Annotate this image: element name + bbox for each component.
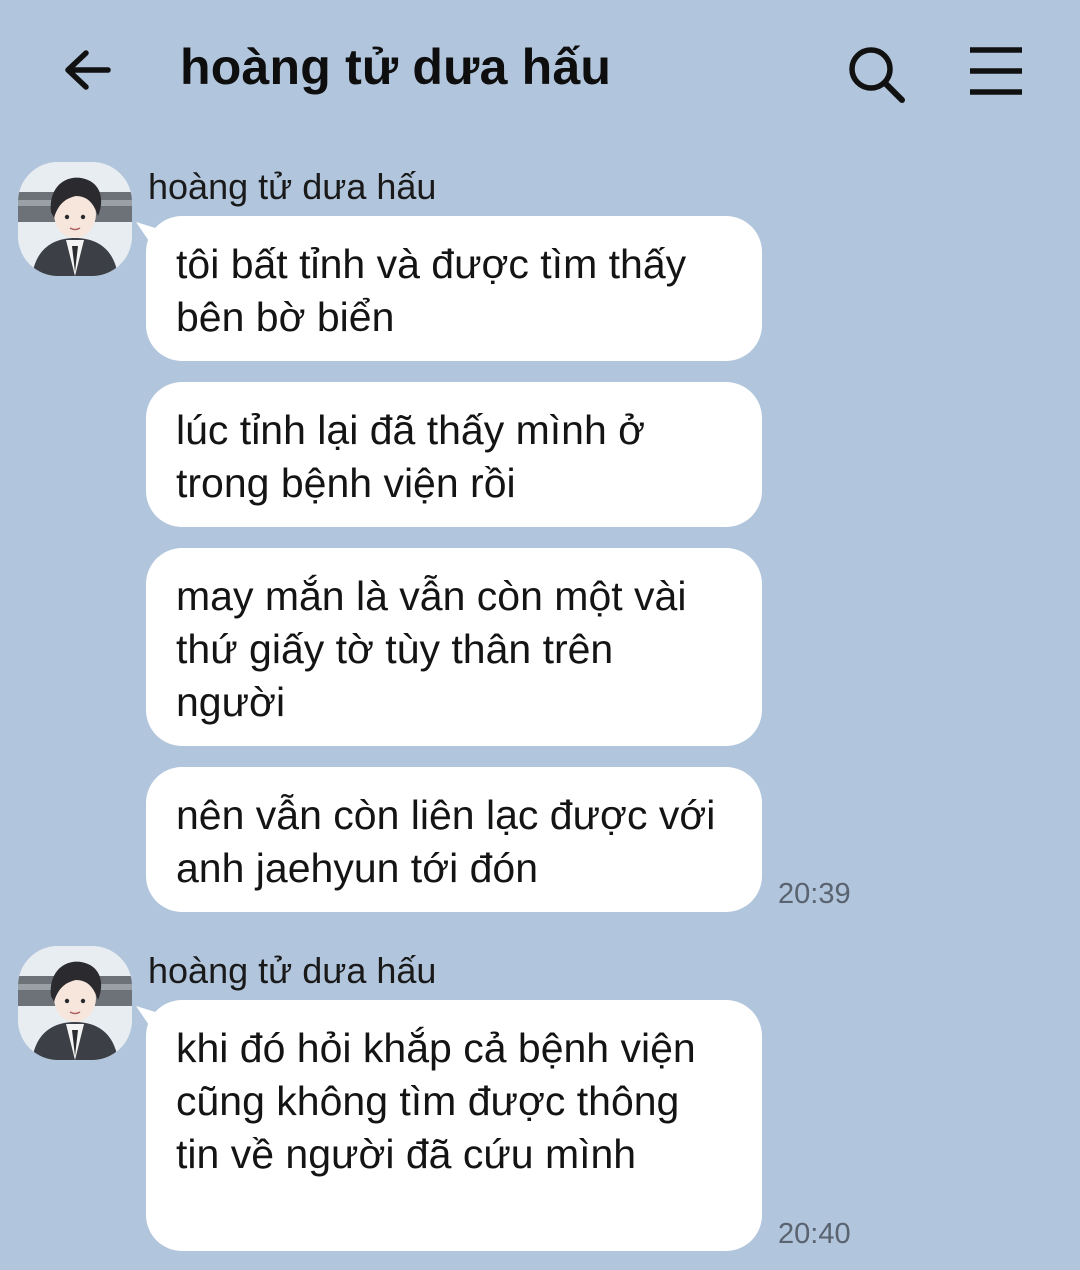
- profile-picture: [18, 946, 132, 1060]
- message-bubble[interactable]: lúc tỉnh lại đã thấy mình ở trong bệnh v…: [146, 382, 762, 527]
- back-button[interactable]: [56, 40, 120, 104]
- avatar[interactable]: [18, 162, 132, 276]
- message-text: may mắn là vẫn còn một vài thứ giấy tờ t…: [176, 573, 687, 725]
- message-text: tôi bất tỉnh và được tìm thấy bên bờ biể…: [176, 241, 687, 340]
- message-bubble[interactable]: khi đó hỏi khắp cả bệnh viện cũng không …: [146, 1000, 762, 1251]
- message-bubble[interactable]: tôi bất tỉnh và được tìm thấy bên bờ biể…: [146, 216, 762, 361]
- hamburger-menu-icon: [970, 47, 1022, 95]
- message-timestamp: 20:39: [778, 878, 851, 910]
- message-timestamp: 20:40: [778, 1218, 851, 1250]
- message-bubble[interactable]: nên vẫn còn liên lạc được với anh jaehyu…: [146, 767, 762, 912]
- avatar[interactable]: [18, 946, 132, 1060]
- search-icon: [849, 47, 905, 103]
- message-text: nên vẫn còn liên lạc được với anh jaehyu…: [176, 792, 716, 891]
- menu-button[interactable]: [964, 42, 1030, 102]
- search-button[interactable]: [842, 40, 910, 108]
- chat-title: hoàng tử dưa hấu: [180, 39, 612, 95]
- message-text: lúc tỉnh lại đã thấy mình ở trong bệnh v…: [176, 407, 646, 506]
- profile-picture: [18, 162, 132, 276]
- sender-name: hoàng tử dưa hấu: [148, 950, 437, 991]
- message-bubble[interactable]: may mắn là vẫn còn một vài thứ giấy tờ t…: [146, 548, 762, 746]
- chat-header: hoàng tử dưa hấu: [0, 0, 1080, 140]
- message-text: khi đó hỏi khắp cả bệnh viện cũng không …: [176, 1025, 696, 1177]
- sender-name: hoàng tử dưa hấu: [148, 166, 437, 207]
- arrow-left-icon: [65, 50, 111, 90]
